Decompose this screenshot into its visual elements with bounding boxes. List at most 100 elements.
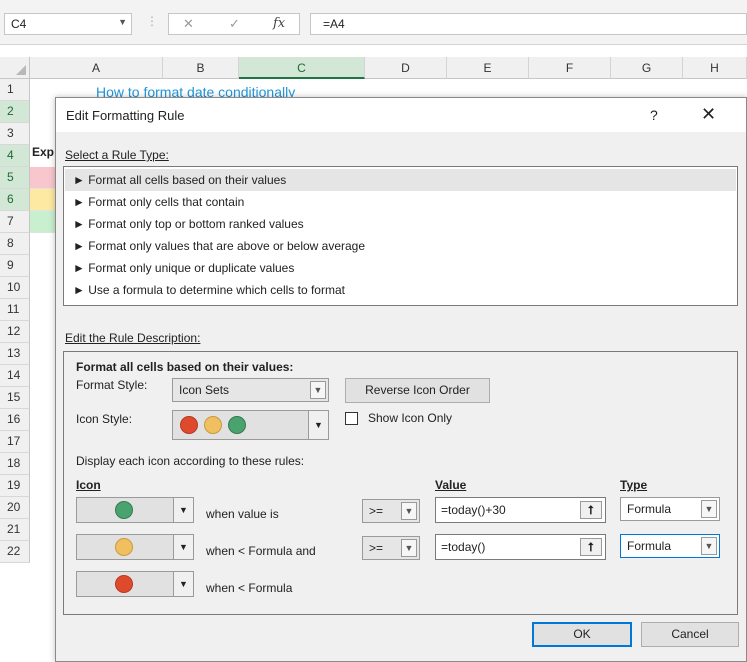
chevron-down-icon[interactable]: ▼ — [118, 17, 127, 27]
chevron-down-icon[interactable]: ▼ — [701, 500, 717, 518]
row-header[interactable]: 4 — [0, 145, 30, 167]
chevron-down-icon[interactable]: ▼ — [173, 498, 193, 522]
icon-style-picker[interactable]: ▼ — [172, 410, 329, 440]
select-all-corner[interactable] — [0, 57, 30, 79]
row-header[interactable]: 22 — [0, 541, 30, 563]
rule-2-type: Formula — [627, 539, 672, 553]
row-header[interactable]: 17 — [0, 431, 30, 453]
icon-style-label: Icon Style: — [76, 412, 133, 426]
cell-a3[interactable]: Exp — [32, 145, 54, 159]
dialog-titlebar: Edit Formatting Rule ? ✕ — [56, 98, 746, 132]
rule-1-operator: >= — [369, 504, 384, 518]
red-circle-icon — [180, 416, 198, 434]
row-header[interactable]: 15 — [0, 387, 30, 409]
rule-type-item[interactable]: ► Use a formula to determine which cells… — [65, 279, 736, 301]
chevron-down-icon[interactable]: ▼ — [308, 411, 328, 439]
rule-type-item[interactable]: ► Format only cells that contain — [65, 191, 736, 213]
rule-type-item[interactable]: ► Format all cells based on their values — [65, 169, 736, 191]
rule-2-operator-select[interactable]: >= ▼ — [362, 536, 420, 560]
collapse-dialog-icon[interactable]: ⭡ — [580, 501, 602, 519]
help-icon[interactable]: ? — [650, 107, 658, 123]
column-header-b[interactable]: B — [163, 57, 239, 79]
row-header[interactable]: 18 — [0, 453, 30, 475]
rule-1-type: Formula — [627, 502, 672, 516]
formula-bar-area: C4 ▼ ⋮ ✕ ✓ fx =A4 — [0, 0, 747, 45]
show-icon-only-checkbox[interactable] — [345, 412, 358, 425]
rule-2-type-select[interactable]: Formula ▼ — [620, 534, 720, 558]
rule-type-item[interactable]: ► Format only top or bottom ranked value… — [65, 213, 736, 235]
rule-1-value: =today()+30 — [441, 503, 506, 517]
collapse-dialog-icon[interactable]: ⭡ — [580, 538, 602, 556]
row-header[interactable]: 1 — [0, 79, 30, 101]
ok-button[interactable]: OK — [532, 622, 632, 647]
rule-1-icon-picker[interactable]: ▼ — [76, 497, 194, 523]
row-header[interactable]: 19 — [0, 475, 30, 497]
rule-2-value: =today() — [441, 540, 486, 554]
row-header[interactable]: 21 — [0, 519, 30, 541]
select-rule-type-label: Select a Rule Type: — [65, 148, 169, 162]
separator-icon: ⋮ — [146, 14, 158, 28]
column-header-h[interactable]: H — [683, 57, 747, 79]
show-icon-only-label[interactable]: Show Icon Only — [368, 411, 452, 425]
yellow-circle-icon — [115, 538, 133, 556]
edit-formatting-rule-dialog: Edit Formatting Rule ? ✕ Select a Rule T… — [55, 97, 747, 662]
column-header-d[interactable]: D — [365, 57, 447, 79]
row-header[interactable]: 2 — [0, 101, 30, 123]
row-header[interactable]: 11 — [0, 299, 30, 321]
row-header[interactable]: 20 — [0, 497, 30, 519]
rule-1-value-input[interactable]: =today()+30 ⭡ — [435, 497, 606, 523]
rule-3-condition: when < Formula — [206, 581, 293, 595]
rule-2-value-input[interactable]: =today() ⭡ — [435, 534, 606, 560]
column-header-a[interactable]: A — [30, 57, 163, 79]
reverse-icon-order-button[interactable]: Reverse Icon Order — [345, 378, 490, 403]
rule-1-condition: when value is — [206, 507, 279, 521]
row-header[interactable]: 3 — [0, 123, 30, 145]
column-header-g[interactable]: G — [611, 57, 683, 79]
red-circle-icon — [115, 575, 133, 593]
row-header[interactable]: 9 — [0, 255, 30, 277]
row-header[interactable]: 6 — [0, 189, 30, 211]
confirm-entry-icon[interactable]: ✓ — [229, 16, 240, 32]
chevron-down-icon[interactable]: ▼ — [173, 535, 193, 559]
dialog-title: Edit Formatting Rule — [66, 108, 185, 123]
rule-type-item[interactable]: ► Format only values that are above or b… — [65, 235, 736, 257]
description-heading: Format all cells based on their values: — [76, 360, 294, 374]
format-style-select[interactable]: Icon Sets ▼ — [172, 378, 329, 402]
row-header[interactable]: 5 — [0, 167, 30, 189]
green-circle-icon — [115, 501, 133, 519]
column-header-e[interactable]: E — [447, 57, 529, 79]
column-header-f[interactable]: F — [529, 57, 611, 79]
row-header[interactable]: 10 — [0, 277, 30, 299]
rule-1-type-select[interactable]: Formula ▼ — [620, 497, 720, 521]
green-circle-icon — [228, 416, 246, 434]
name-box[interactable]: C4 ▼ — [4, 13, 132, 35]
row-header[interactable]: 8 — [0, 233, 30, 255]
row-header[interactable]: 16 — [0, 409, 30, 431]
chevron-down-icon[interactable]: ▼ — [310, 381, 326, 399]
yellow-circle-icon — [204, 416, 222, 434]
row-header[interactable]: 13 — [0, 343, 30, 365]
rule-3-icon-picker[interactable]: ▼ — [76, 571, 194, 597]
insert-function-icon[interactable]: fx — [273, 16, 285, 31]
row-header[interactable]: 12 — [0, 321, 30, 343]
chevron-down-icon[interactable]: ▼ — [401, 502, 417, 520]
icon-column-header: Icon — [76, 478, 101, 492]
chevron-down-icon[interactable]: ▼ — [173, 572, 193, 596]
rule-type-list[interactable]: ► Format all cells based on their values… — [63, 166, 738, 306]
row-header[interactable]: 7 — [0, 211, 30, 233]
row-header[interactable]: 14 — [0, 365, 30, 387]
chevron-down-icon[interactable]: ▼ — [701, 537, 717, 555]
cancel-entry-icon[interactable]: ✕ — [183, 16, 194, 32]
rule-type-item[interactable]: ► Format only unique or duplicate values — [65, 257, 736, 279]
display-rules-label: Display each icon according to these rul… — [76, 454, 305, 468]
cancel-button[interactable]: Cancel — [641, 622, 739, 647]
formula-input[interactable]: =A4 — [310, 13, 747, 35]
chevron-down-icon[interactable]: ▼ — [401, 539, 417, 557]
rule-1-operator-select[interactable]: >= ▼ — [362, 499, 420, 523]
formula-text: =A4 — [323, 17, 345, 31]
close-icon[interactable]: ✕ — [701, 104, 716, 125]
column-header-c[interactable]: C — [239, 57, 365, 79]
rule-2-operator: >= — [369, 541, 384, 555]
rule-2-condition: when < Formula and — [206, 544, 316, 558]
rule-2-icon-picker[interactable]: ▼ — [76, 534, 194, 560]
